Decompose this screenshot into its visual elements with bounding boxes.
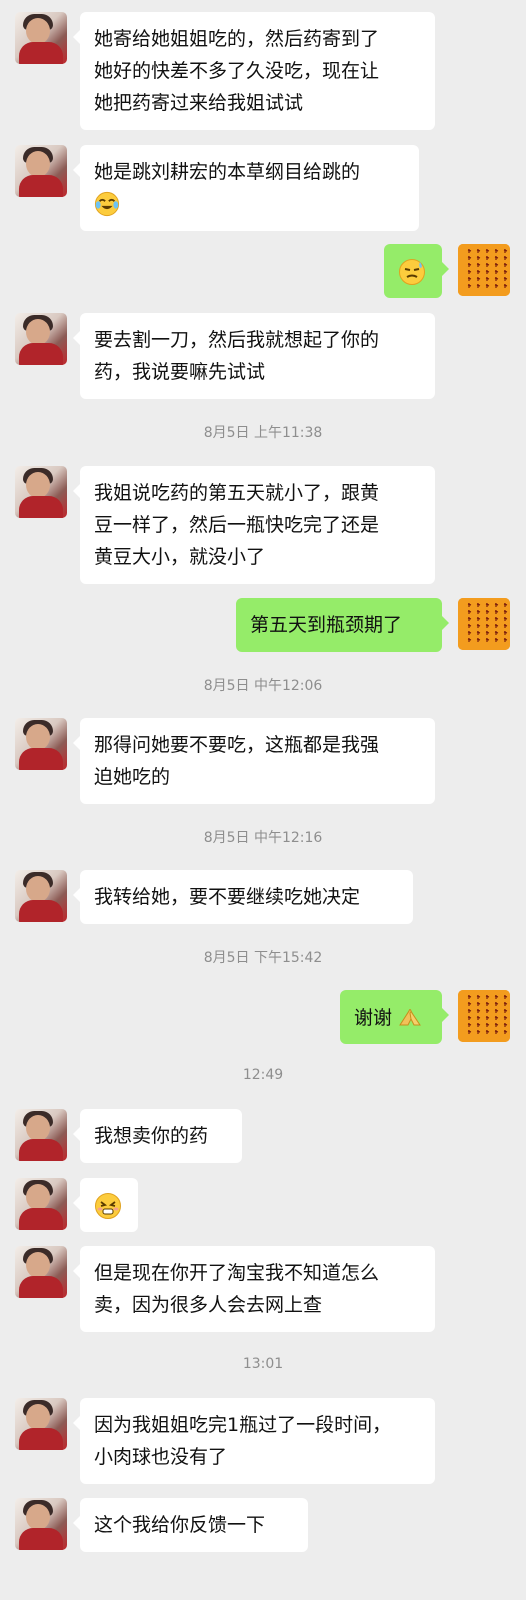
received-message: 她是跳刘耕宏的本草纲目给跳的 (0, 145, 526, 231)
message-text: 她好的快差不多了久没吃，现在让 (94, 60, 380, 82)
message-bubble[interactable]: 那得问她要不要吃，这瓶都是我强 迫她吃的 (73, 718, 435, 804)
message-bubble[interactable]: 第五天到瓶颈期了 (236, 598, 449, 652)
emoji-line (94, 1189, 124, 1221)
received-message (0, 1178, 526, 1232)
message-bubble[interactable]: 要去割一刀，然后我就想起了你的 药，我说要嘛先试试 (73, 313, 435, 399)
timestamp: 13:01 (242, 1356, 284, 1372)
message-text: 要去割一刀，然后我就想起了你的 (94, 329, 380, 351)
my-avatar[interactable] (458, 990, 510, 1042)
message-bubble[interactable]: 但是现在你开了淘宝我不知道怎么 卖，因为很多人会去网上查 (73, 1246, 435, 1332)
message-text: 我转给她，要不要继续吃她决定 (94, 886, 361, 908)
message-text: 那得问她要不要吃，这瓶都是我强 (94, 734, 380, 756)
message-bubble[interactable]: 我姐说吃药的第五天就小了，跟黄 豆一样了，然后一瓶快吃完了还是 黄豆大小，就没小了 (73, 466, 435, 584)
message-bubble[interactable]: 这个我给你反馈一下 (73, 1498, 308, 1552)
message-text: 谢谢 (354, 1001, 428, 1034)
sent-message (0, 244, 526, 298)
timestamp: 8月5日 中午12:16 (203, 830, 323, 846)
message-bubble[interactable]: 谢谢 (340, 990, 449, 1044)
chat-area[interactable]: 她寄给她姐姐吃的，然后药寄到了 她好的快差不多了久没吃，现在让 她把药寄过来给我姐试… (0, 0, 526, 1600)
folded-hands-icon (396, 1001, 421, 1026)
message-text: 小肉球也没有了 (94, 1446, 228, 1468)
contact-avatar[interactable] (15, 1398, 67, 1450)
contact-avatar[interactable] (15, 12, 67, 64)
contact-avatar[interactable] (15, 466, 67, 518)
sent-message: 第五天到瓶颈期了 (0, 598, 526, 652)
timestamp: 8月5日 中午12:06 (203, 678, 323, 694)
message-text: 黄豆大小，就没小了 (94, 546, 266, 568)
sent-message: 谢谢 (0, 990, 526, 1044)
received-message: 她寄给她姐姐吃的，然后药寄到了 她好的快差不多了久没吃，现在让 她把药寄过来给我姐试… (0, 12, 526, 130)
received-message: 要去割一刀，然后我就想起了你的 药，我说要嘛先试试 (0, 313, 526, 399)
contact-avatar[interactable] (15, 1498, 67, 1550)
timestamp: 8月5日 上午11:38 (203, 425, 323, 441)
message-text: 因为我姐姐吃完1瓶过了一段时间， (94, 1414, 392, 1436)
received-message: 那得问她要不要吃，这瓶都是我强 迫她吃的 (0, 718, 526, 804)
message-text: 豆一样了，然后一瓶快吃完了还是 (94, 514, 380, 536)
emoji-line (398, 255, 428, 287)
message-text: 但是现在你开了淘宝我不知道怎么 (94, 1262, 380, 1284)
message-text: 她寄给她姐姐吃的，然后药寄到了 (94, 28, 380, 50)
contact-avatar[interactable] (15, 1109, 67, 1161)
contact-avatar[interactable] (15, 313, 67, 365)
message-text: 药，我说要嘛先试试 (94, 361, 266, 383)
emoji-line (94, 188, 405, 220)
contact-avatar[interactable] (15, 718, 67, 770)
my-avatar[interactable] (458, 244, 510, 296)
message-bubble[interactable]: 我转给她，要不要继续吃她决定 (73, 870, 413, 924)
contact-avatar[interactable] (15, 870, 67, 922)
message-text: 这个我给你反馈一下 (94, 1514, 266, 1536)
received-message: 我想卖你的药 (0, 1109, 526, 1163)
my-avatar[interactable] (458, 598, 510, 650)
message-text: 她是跳刘耕宏的本草纲目给跳的 (94, 161, 361, 183)
timestamp: 12:49 (242, 1067, 284, 1083)
timestamp: 8月5日 下午15:42 (203, 950, 323, 966)
message-bubble[interactable]: 我想卖你的药 (73, 1109, 242, 1163)
message-bubble[interactable]: 她是跳刘耕宏的本草纲目给跳的 (73, 145, 419, 231)
message-text: 我姐说吃药的第五天就小了，跟黄 (94, 482, 380, 504)
received-message: 我姐说吃药的第五天就小了，跟黄 豆一样了，然后一瓶快吃完了还是 黄豆大小，就没小了 (0, 466, 526, 584)
received-message: 因为我姐姐吃完1瓶过了一段时间， 小肉球也没有了 (0, 1398, 526, 1484)
message-text: 卖，因为很多人会去网上查 (94, 1294, 323, 1316)
message-text: 我想卖你的药 (94, 1125, 209, 1147)
message-bubble[interactable] (73, 1178, 138, 1232)
received-message: 但是现在你开了淘宝我不知道怎么 卖，因为很多人会去网上查 (0, 1246, 526, 1332)
contact-avatar[interactable] (15, 145, 67, 197)
grimace-face-icon (94, 1192, 122, 1220)
message-bubble[interactable]: 她寄给她姐姐吃的，然后药寄到了 她好的快差不多了久没吃，现在让 她把药寄过来给我姐试… (73, 12, 435, 130)
sweat-smile-icon (398, 258, 426, 286)
message-text: 迫她吃的 (94, 766, 171, 788)
received-message: 我转给她，要不要继续吃她决定 (0, 870, 526, 924)
message-text: 她把药寄过来给我姐试试 (94, 92, 304, 114)
contact-avatar[interactable] (15, 1178, 67, 1230)
message-bubble[interactable] (384, 244, 449, 298)
crying-laughing-icon (94, 191, 122, 219)
contact-avatar[interactable] (15, 1246, 67, 1298)
received-message: 这个我给你反馈一下 (0, 1498, 526, 1552)
message-bubble[interactable]: 因为我姐姐吃完1瓶过了一段时间， 小肉球也没有了 (73, 1398, 435, 1484)
message-text: 第五天到瓶颈期了 (250, 614, 403, 636)
